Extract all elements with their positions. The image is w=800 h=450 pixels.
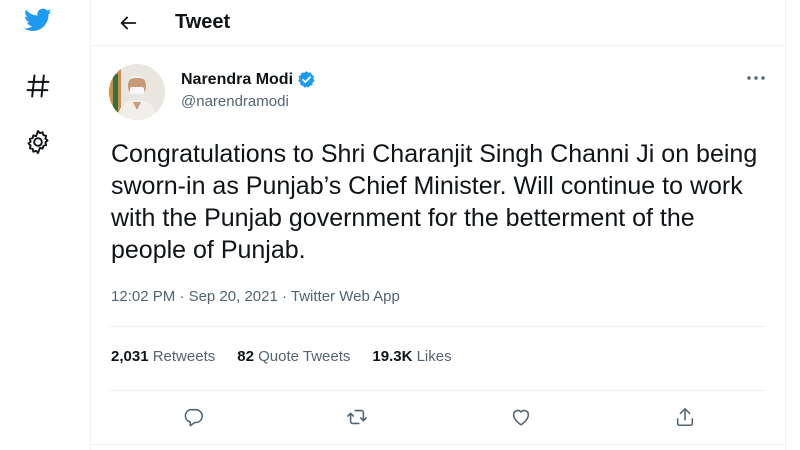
tweet-actions (91, 398, 785, 436)
page-title: Tweet (175, 11, 231, 33)
divider (109, 390, 765, 391)
main-column: Tweet Narendra Modi @narendramodi Congra… (90, 0, 786, 450)
tweet-meta: 12:02 PM · Sep 20, 2021 · Twitter Web Ap… (111, 288, 400, 305)
tweet-author: Narendra Modi @narendramodi (109, 64, 316, 120)
more-options-icon[interactable] (741, 66, 771, 90)
quotes-label: Quote Tweets (258, 348, 351, 365)
tweet-date[interactable]: Sep 20, 2021 (189, 288, 278, 305)
divider (109, 326, 765, 327)
twitter-logo-icon[interactable] (22, 4, 54, 36)
retweets-stat[interactable]: 2,031 Retweets (111, 348, 215, 365)
like-icon[interactable] (501, 398, 541, 436)
likes-label: Likes (416, 348, 452, 365)
avatar[interactable] (109, 64, 165, 120)
hashtag-icon[interactable] (22, 70, 54, 102)
retweet-icon[interactable] (337, 398, 377, 436)
likes-count: 19.3K (372, 348, 413, 365)
likes-stat[interactable]: 19.3K Likes (372, 348, 451, 365)
verified-badge-icon (297, 70, 316, 89)
meta-separator: · (175, 288, 189, 305)
quotes-count: 82 (237, 348, 254, 365)
sidebar (0, 0, 90, 450)
quotes-stat[interactable]: 82 Quote Tweets (237, 348, 350, 365)
tweet-source[interactable]: Twitter Web App (291, 288, 400, 305)
tweet-stats: 2,031 Retweets 82 Quote Tweets 19.3K Lik… (111, 348, 474, 365)
author-name[interactable]: Narendra Modi (181, 71, 293, 89)
author-handle[interactable]: @narendramodi (181, 93, 316, 110)
share-icon[interactable] (665, 398, 705, 436)
author-info: Narendra Modi @narendramodi (181, 70, 316, 120)
author-name-row: Narendra Modi (181, 70, 316, 89)
settings-gear-icon[interactable] (22, 126, 54, 158)
tweet-time[interactable]: 12:02 PM (111, 288, 175, 305)
retweets-label: Retweets (152, 348, 216, 365)
reply-icon[interactable] (173, 398, 213, 436)
tweet-text: Congratulations to Shri Charanjit Singh … (111, 140, 758, 264)
retweets-count: 2,031 (111, 348, 149, 365)
arrow-left-icon[interactable] (111, 6, 145, 40)
header: Tweet (91, 0, 785, 46)
divider (91, 444, 785, 445)
meta-separator: · (277, 288, 291, 305)
